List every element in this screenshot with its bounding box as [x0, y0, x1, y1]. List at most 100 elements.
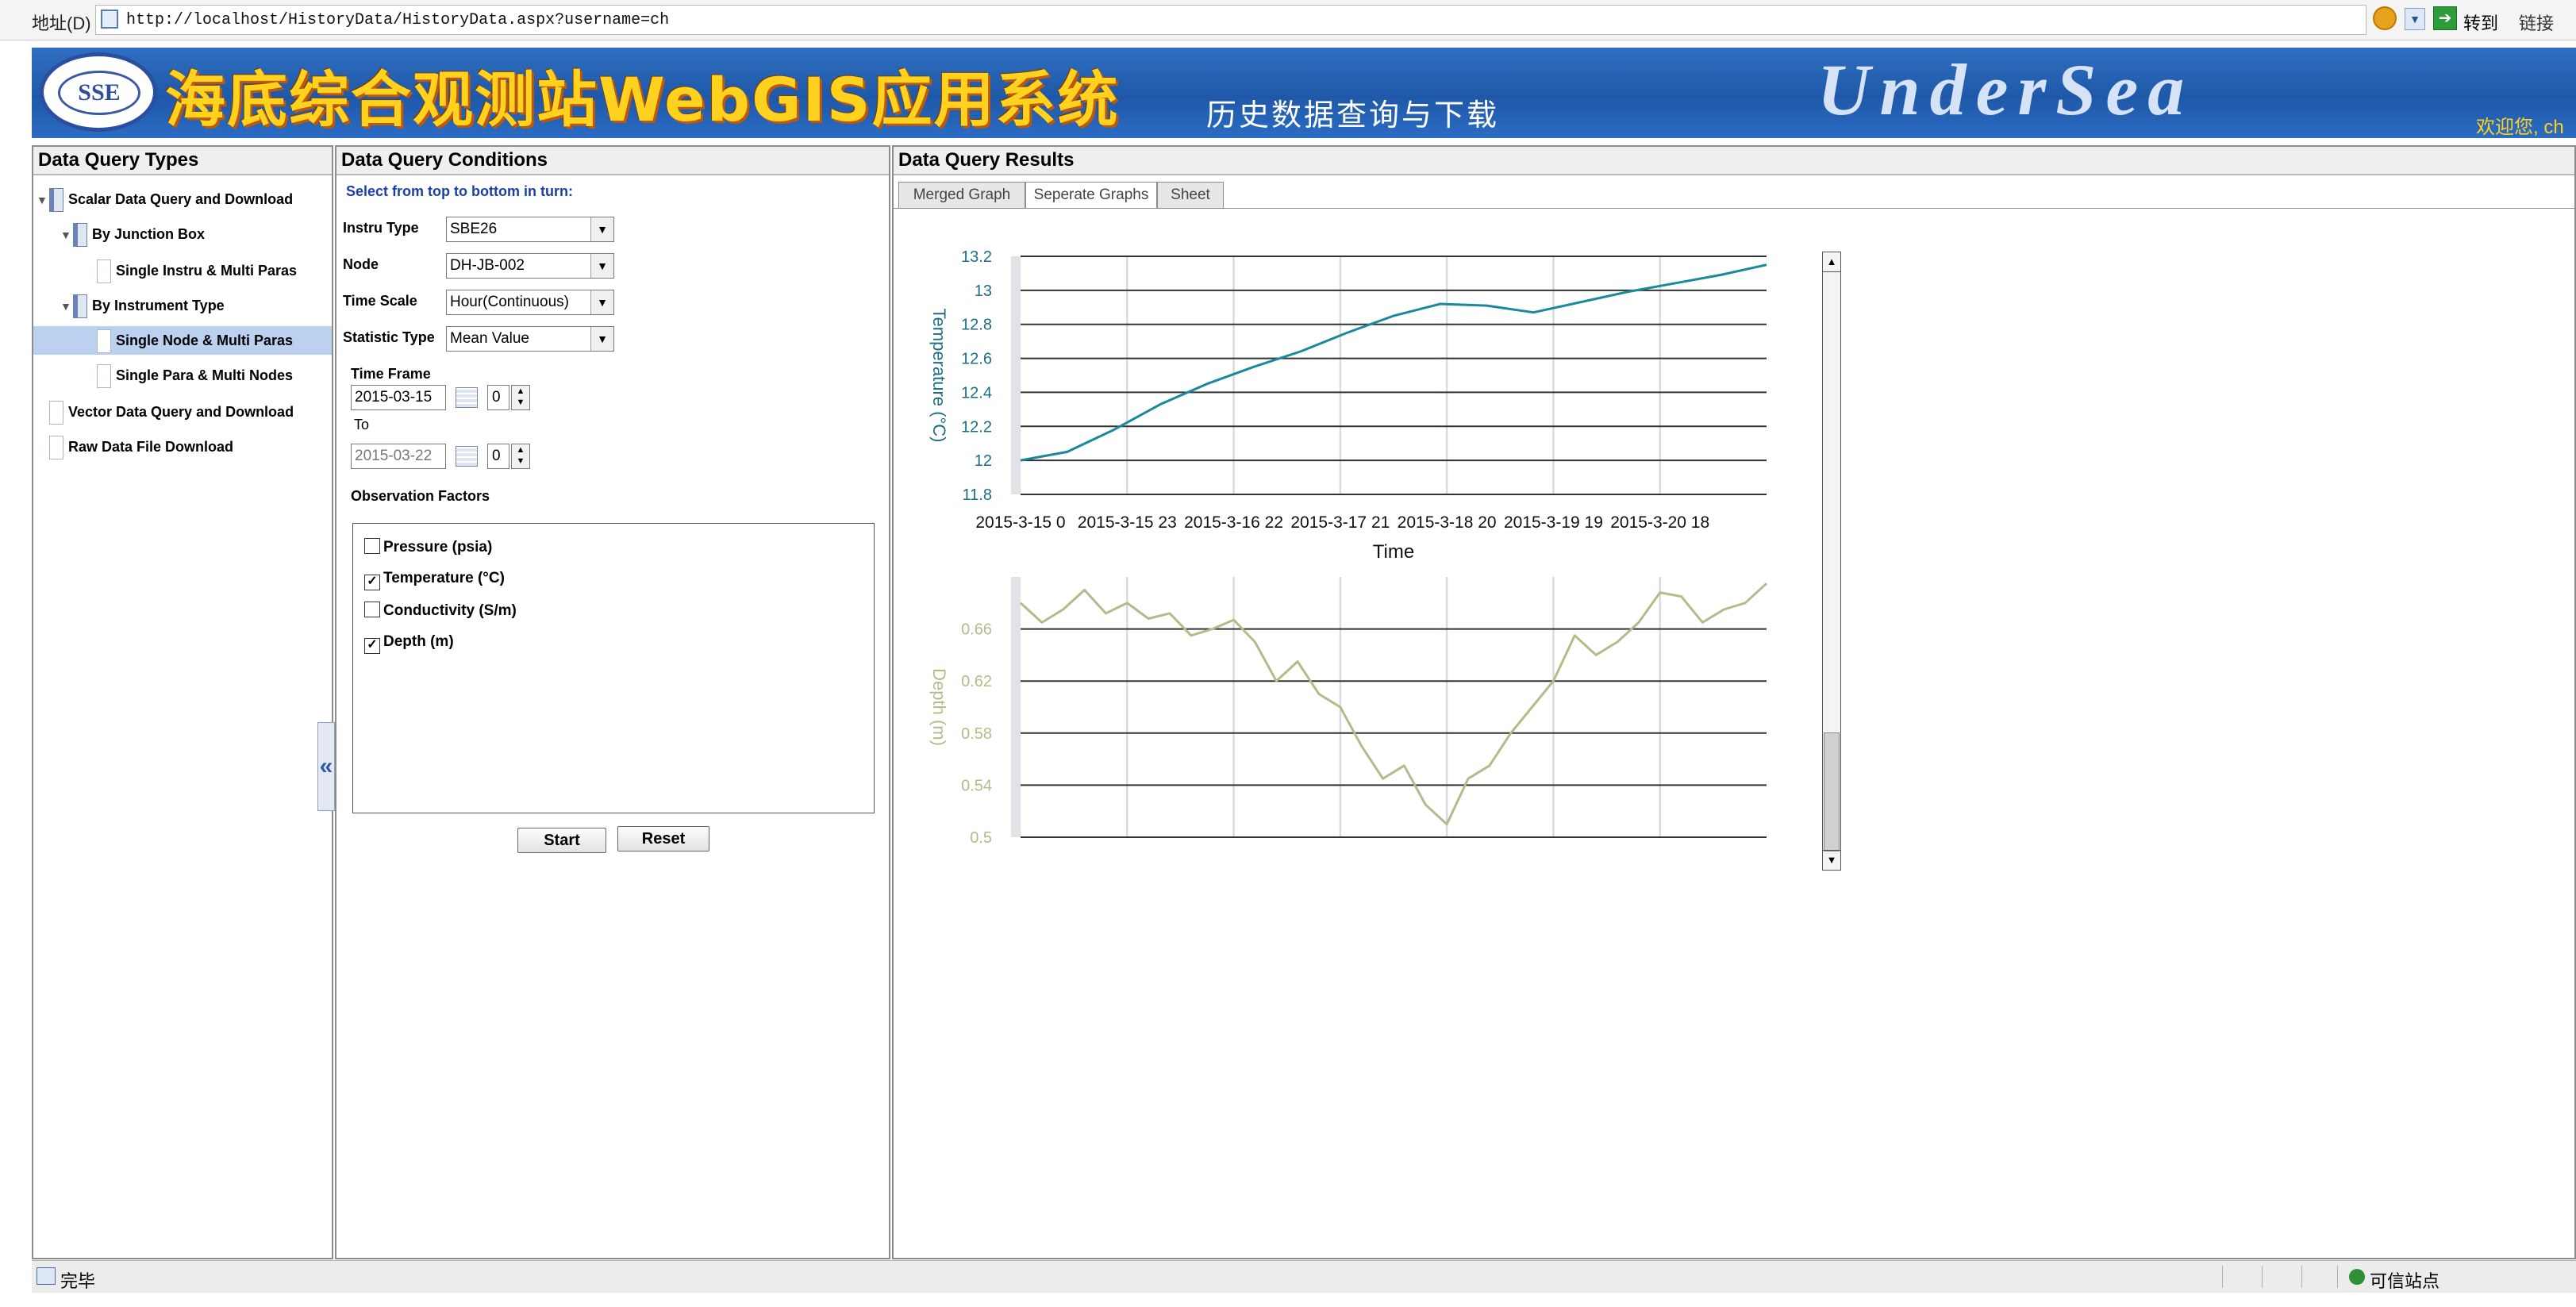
instru-type-label: Instru Type: [343, 220, 419, 236]
expand-arrow-icon[interactable]: ▼: [60, 221, 73, 249]
y-axis-bar: [1011, 256, 1021, 494]
url-text: http://localhost/HistoryData/HistoryData…: [126, 11, 670, 29]
tree-item[interactable]: Vector Data Query and Download: [49, 398, 294, 426]
tree-item-label: Single Instru & Multi Paras: [116, 263, 298, 279]
tab-separate-graphs[interactable]: Seperate Graphs: [1025, 182, 1157, 209]
checkbox[interactable]: [364, 602, 380, 617]
document-icon: [97, 259, 111, 284]
y-axis-label: Temperature (°C): [929, 309, 949, 443]
instru-type-select[interactable]: SBE26 ▼: [446, 217, 614, 242]
start-date-input[interactable]: 2015-03-15: [351, 385, 446, 410]
time-scale-select[interactable]: Hour(Continuous) ▼: [446, 290, 614, 315]
expand-arrow-icon[interactable]: ▼: [60, 292, 73, 321]
plot-area: [1021, 577, 1767, 837]
folder-icon: [73, 223, 87, 248]
factor-checkbox-row[interactable]: Pressure (psia): [364, 538, 492, 556]
y-tick-label: 0.5: [970, 829, 992, 847]
y-tick-label: 12.6: [961, 351, 992, 368]
folder-icon: [73, 294, 87, 319]
tree-item[interactable]: ▼ Scalar Data Query and Download: [37, 185, 293, 213]
window-bottom-edge: [0, 1294, 2576, 1307]
factor-checkbox-row[interactable]: ✓ Temperature (°C): [364, 570, 505, 590]
y-tick-label: 13: [975, 283, 992, 300]
tree-item-label: Single Para & Multi Nodes: [116, 367, 294, 383]
separate-graphs-chart: 13.2 13 12.8 12.6 12.4 12.2 12 11.8 Temperature …: [929, 248, 1768, 847]
y-tick-label: 0.62: [961, 673, 992, 690]
refresh-icon[interactable]: [2373, 6, 2397, 30]
document-icon: [97, 329, 111, 354]
checkbox[interactable]: ✓: [364, 575, 380, 590]
start-hour-input[interactable]: 0: [487, 385, 509, 410]
tab-sheet[interactable]: Sheet: [1157, 182, 1224, 209]
panel-title: Data Query Conditions: [336, 147, 889, 175]
node-label: Node: [343, 256, 379, 272]
trusted-zone-icon: [2349, 1269, 2365, 1285]
tree-item[interactable]: Single Instru & Multi Paras: [97, 256, 297, 285]
factor-label: Conductivity (S/m): [383, 602, 517, 619]
y-tick-label: 0.58: [961, 725, 992, 743]
panel-title: Data Query Types: [33, 147, 332, 175]
calendar-icon[interactable]: [456, 446, 478, 467]
links-button[interactable]: 链接: [2519, 10, 2554, 35]
chevron-down-icon[interactable]: ▼: [590, 327, 613, 351]
statistic-type-label: Statistic Type: [343, 329, 435, 345]
url-input[interactable]: http://localhost/HistoryData/HistoryData…: [95, 5, 2366, 35]
query-results-panel: Data Query Results Merged Graph Seperate…: [892, 145, 2576, 1259]
tree-item-label: Single Node & Multi Paras: [116, 333, 294, 348]
scroll-down-icon[interactable]: ▼: [1823, 850, 1840, 870]
tree-item[interactable]: Single Para & Multi Nodes: [97, 361, 293, 390]
tab-merged-graph[interactable]: Merged Graph: [898, 182, 1025, 209]
x-tick-label: 2015-3-17 21: [1290, 513, 1390, 532]
chevron-down-icon[interactable]: ▼: [590, 290, 613, 314]
x-tick-label: 2015-3-18 20: [1398, 513, 1497, 532]
node-select[interactable]: DH-JB-002 ▼: [446, 253, 614, 279]
end-hour-stepper[interactable]: ▲ ▼: [511, 444, 530, 469]
tree-item[interactable]: ▼ By Instrument Type: [60, 291, 225, 320]
calendar-icon[interactable]: [456, 387, 478, 408]
tree-item-label: Scalar Data Query and Download: [68, 191, 294, 207]
app-title: 海底综合观测站WebGIS应用系统: [165, 64, 1120, 135]
start-hour-stepper[interactable]: ▲ ▼: [511, 385, 530, 410]
y-tick-label: 12: [975, 452, 992, 470]
status-divider: [2337, 1266, 2338, 1288]
factor-checkbox-row[interactable]: ✓ Depth (m): [364, 633, 454, 654]
address-bar: 地址(D) http://localhost/HistoryData/Histo…: [0, 0, 2576, 40]
go-button[interactable]: 转到: [2463, 10, 2498, 35]
tree-item[interactable]: ▼ By Junction Box: [60, 220, 205, 248]
document-icon: [97, 364, 111, 389]
end-date-input[interactable]: 2015-03-22: [351, 444, 446, 469]
scroll-thumb[interactable]: [1824, 732, 1840, 851]
factor-checkbox-row[interactable]: Conductivity (S/m): [364, 602, 517, 620]
collapse-panel-button[interactable]: «: [317, 722, 335, 811]
tree-item[interactable]: Single Node & Multi Paras: [33, 326, 332, 355]
chevron-down-icon[interactable]: ▼: [2405, 8, 2425, 30]
expand-arrow-icon[interactable]: ▼: [37, 186, 49, 214]
tree-item[interactable]: Raw Data File Download: [49, 432, 233, 461]
status-divider: [2262, 1266, 2263, 1288]
start-button[interactable]: Start: [517, 828, 606, 853]
y-tick-label: 12.2: [961, 418, 992, 436]
observation-factors-box: Pressure (psia) ✓ Temperature (°C) Conducti…: [352, 523, 875, 813]
x-tick-label: 2015-3-15 0: [975, 513, 1065, 532]
page-done-icon: [37, 1267, 56, 1285]
document-icon: [49, 401, 63, 425]
y-tick-label: 12.8: [961, 317, 992, 334]
checkbox[interactable]: [364, 538, 380, 554]
y-tick-label: 13.2: [961, 248, 992, 266]
scroll-up-icon[interactable]: ▲: [1823, 252, 1840, 272]
observation-factors-label: Observation Factors: [351, 488, 490, 504]
chart-scrollbar[interactable]: ▲ ▼: [1822, 252, 1841, 871]
time-frame-label: Time Frame: [351, 366, 431, 382]
y-tick-label: 0.54: [961, 777, 992, 794]
tree-item-label: By Junction Box: [92, 226, 206, 242]
end-hour-input[interactable]: 0: [487, 444, 509, 469]
statistic-type-select[interactable]: Mean Value ▼: [446, 326, 614, 352]
reset-button[interactable]: Reset: [617, 826, 709, 851]
status-bar: 完毕 可信站点: [32, 1260, 2576, 1293]
chevron-down-icon[interactable]: ▼: [590, 254, 613, 278]
status-text: 完毕: [60, 1271, 96, 1291]
chevron-down-icon[interactable]: ▼: [590, 217, 613, 241]
checkbox[interactable]: ✓: [364, 638, 380, 654]
go-arrow-icon[interactable]: ➔: [2433, 6, 2457, 30]
y-tick-label: 12.4: [961, 384, 992, 402]
